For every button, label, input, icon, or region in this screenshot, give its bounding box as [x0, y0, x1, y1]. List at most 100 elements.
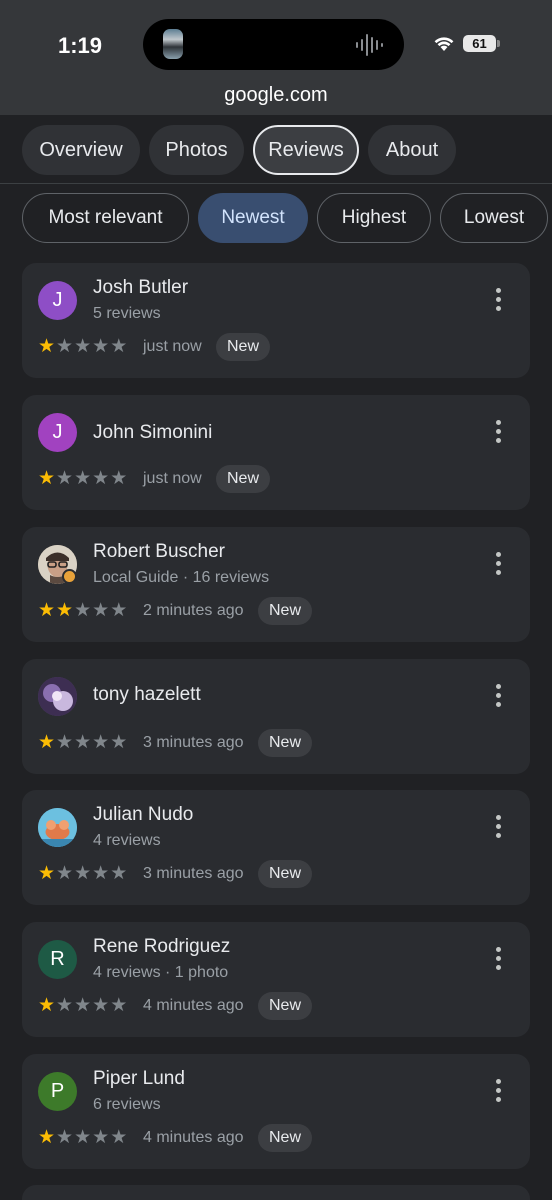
tab-photos[interactable]: Photos — [149, 125, 244, 175]
review-card[interactable]: J John Simonini ★ ★ ★ ★ ★ just now New — [22, 395, 530, 510]
sort-chips: Most relevant Newest Highest Lowest — [0, 193, 552, 243]
local-guide-badge-icon — [62, 569, 77, 584]
star-rating: ★ ★ ★ ★ ★ — [38, 469, 127, 489]
tabs-divider — [0, 183, 552, 184]
avatar[interactable]: J — [38, 413, 77, 452]
review-time: just now — [143, 338, 202, 355]
new-badge: New — [258, 597, 313, 625]
more-options-icon[interactable] — [488, 420, 508, 446]
star-empty-icon: ★ — [92, 995, 110, 1016]
reviewer-name[interactable]: John Simonini — [93, 422, 212, 444]
star-empty-icon: ★ — [110, 468, 128, 489]
review-card[interactable] — [22, 1185, 530, 1200]
star-rating: ★ ★ ★ ★ ★ — [38, 337, 127, 357]
avatar[interactable] — [38, 808, 77, 847]
review-card[interactable]: R Rene Rodriguez 4 reviews · 1 photo ★ ★ ★… — [22, 922, 530, 1037]
more-options-icon[interactable] — [488, 684, 508, 710]
star-empty-icon: ★ — [56, 995, 74, 1016]
reviewer-meta: Local Guide · 16 reviews — [93, 569, 270, 586]
browser-chrome: 1:19 61 google.com — [0, 0, 552, 115]
star-empty-icon: ★ — [110, 732, 128, 753]
review-time: 4 minutes ago — [143, 997, 244, 1014]
user-photo-icon — [38, 808, 77, 847]
new-badge: New — [216, 465, 271, 493]
tab-about[interactable]: About — [368, 125, 456, 175]
review-card[interactable]: J Josh Butler 5 reviews ★ ★ ★ ★ ★ just now N… — [22, 263, 530, 378]
star-empty-icon: ★ — [74, 600, 92, 621]
tab-reviews[interactable]: Reviews — [253, 125, 359, 175]
star-empty-icon: ★ — [74, 995, 92, 1016]
reviewer-meta: 4 reviews · 1 photo — [93, 964, 229, 981]
star-filled-icon: ★ — [38, 600, 56, 621]
star-empty-icon: ★ — [74, 732, 92, 753]
reviewer-name[interactable]: tony hazelett — [93, 684, 201, 706]
battery-indicator: 61 — [463, 35, 496, 52]
star-filled-icon: ★ — [38, 863, 56, 884]
new-badge: New — [258, 860, 313, 888]
review-time: 2 minutes ago — [143, 602, 244, 619]
battery-cap — [497, 40, 500, 47]
url-bar[interactable]: google.com — [0, 84, 552, 107]
star-empty-icon: ★ — [56, 336, 74, 357]
star-filled-icon: ★ — [38, 336, 56, 357]
more-options-icon[interactable] — [488, 288, 508, 314]
now-playing-artwork — [163, 29, 183, 59]
star-empty-icon: ★ — [56, 468, 74, 489]
star-empty-icon: ★ — [110, 995, 128, 1016]
tab-overview[interactable]: Overview — [22, 125, 140, 175]
star-empty-icon: ★ — [110, 863, 128, 884]
review-card[interactable]: Julian Nudo 4 reviews ★ ★ ★ ★ ★ 3 minutes ag… — [22, 790, 530, 905]
sort-lowest-chip[interactable]: Lowest — [440, 193, 548, 243]
star-filled-icon: ★ — [38, 468, 56, 489]
star-empty-icon: ★ — [56, 1127, 74, 1148]
star-empty-icon: ★ — [56, 732, 74, 753]
sort-highest-chip[interactable]: Highest — [317, 193, 431, 243]
star-empty-icon: ★ — [92, 600, 110, 621]
review-time: just now — [143, 470, 202, 487]
more-options-icon[interactable] — [488, 947, 508, 973]
more-options-icon[interactable] — [488, 815, 508, 841]
star-empty-icon: ★ — [92, 1127, 110, 1148]
star-empty-icon: ★ — [110, 1127, 128, 1148]
star-empty-icon: ★ — [74, 1127, 92, 1148]
place-tabs: Overview Photos Reviews About — [0, 125, 552, 175]
star-empty-icon: ★ — [92, 732, 110, 753]
reviewer-name[interactable]: Piper Lund — [93, 1068, 185, 1090]
reviewer-name[interactable]: Julian Nudo — [93, 804, 193, 826]
star-empty-icon: ★ — [92, 336, 110, 357]
review-card[interactable]: tony hazelett ★ ★ ★ ★ ★ 3 minutes ago New — [22, 659, 530, 774]
star-rating: ★ ★ ★ ★ ★ — [38, 864, 127, 884]
more-options-icon[interactable] — [488, 552, 508, 578]
avatar[interactable]: R — [38, 940, 77, 979]
new-badge: New — [258, 992, 313, 1020]
avatar[interactable]: J — [38, 281, 77, 320]
star-empty-icon: ★ — [56, 863, 74, 884]
star-filled-icon: ★ — [38, 1127, 56, 1148]
star-empty-icon: ★ — [74, 468, 92, 489]
star-empty-icon: ★ — [92, 863, 110, 884]
review-card[interactable]: Robert Buscher Local Guide · 16 reviews … — [22, 527, 530, 642]
new-badge: New — [258, 729, 313, 757]
reviewer-meta: 4 reviews — [93, 832, 161, 849]
avatar[interactable]: P — [38, 1072, 77, 1111]
sort-most-relevant-chip[interactable]: Most relevant — [22, 193, 189, 243]
review-card[interactable]: P Piper Lund 6 reviews ★ ★ ★ ★ ★ 4 minutes a… — [22, 1054, 530, 1169]
star-filled-icon: ★ — [38, 732, 56, 753]
status-bar: 1:19 61 — [0, 0, 552, 86]
reviewer-meta: 5 reviews — [93, 305, 161, 322]
reviewer-name[interactable]: Josh Butler — [93, 277, 188, 299]
star-rating: ★ ★ ★ ★ ★ — [38, 601, 127, 621]
reviewer-name[interactable]: Robert Buscher — [93, 541, 225, 563]
sort-newest-chip[interactable]: Newest — [198, 193, 308, 243]
star-empty-icon: ★ — [92, 468, 110, 489]
star-rating: ★ ★ ★ ★ ★ — [38, 1128, 127, 1148]
new-badge: New — [216, 333, 271, 361]
star-rating: ★ ★ ★ ★ ★ — [38, 733, 127, 753]
dynamic-island[interactable] — [143, 19, 404, 70]
avatar[interactable] — [38, 677, 77, 716]
star-empty-icon: ★ — [74, 336, 92, 357]
reviewer-name[interactable]: Rene Rodriguez — [93, 936, 230, 958]
reviewer-meta: 6 reviews — [93, 1096, 161, 1113]
more-options-icon[interactable] — [488, 1079, 508, 1105]
star-empty-icon: ★ — [110, 600, 128, 621]
